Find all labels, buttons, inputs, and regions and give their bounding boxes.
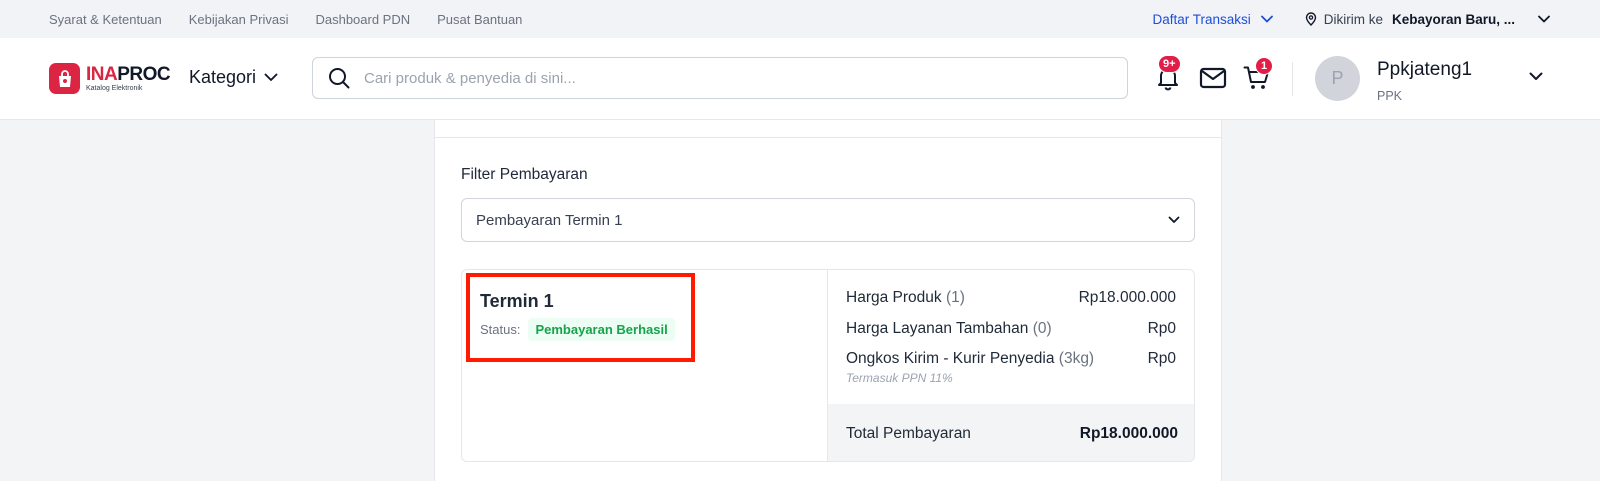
search-bar[interactable] xyxy=(312,57,1128,99)
termin-panel: Termin 1 Status: Pembayaran Berhasil xyxy=(462,270,828,461)
category-label: Kategori xyxy=(189,67,257,87)
line-product-price: Harga Produk (1) Rp18.000.000 xyxy=(846,289,1176,306)
link-dashboard-pdn[interactable]: Dashboard PDN xyxy=(315,12,410,27)
section-divider xyxy=(435,137,1221,138)
transactions-label: Daftar Transaksi xyxy=(1152,11,1251,27)
shopping-bag-icon xyxy=(49,63,80,94)
line-value: Rp18.000.000 xyxy=(1078,289,1176,306)
chevron-down-icon xyxy=(1538,15,1550,23)
user-role: PPK xyxy=(1377,89,1403,103)
payment-filter-select[interactable]: Pembayaran Termin 1 xyxy=(461,198,1195,242)
cart-button[interactable]: 1 xyxy=(1243,57,1273,96)
chevron-down-icon xyxy=(1260,15,1273,23)
top-right-actions: Daftar Transaksi Dikirim ke Kebayoran Ba… xyxy=(1152,0,1600,38)
filter-selected-value: Pembayaran Termin 1 xyxy=(476,211,623,229)
category-dropdown[interactable]: Kategori xyxy=(189,67,278,88)
chevron-down-icon[interactable] xyxy=(1529,72,1543,81)
total-value: Rp18.000.000 xyxy=(1079,424,1178,442)
line-additional-service: Harga Layanan Tambahan (0) Rp0 xyxy=(846,320,1176,337)
avatar[interactable]: P xyxy=(1315,56,1360,101)
mail-icon xyxy=(1199,67,1227,89)
link-privacy[interactable]: Kebijakan Privasi xyxy=(189,12,289,27)
link-terms[interactable]: Syarat & Ketentuan xyxy=(49,12,162,27)
ship-to-value: Kebayoran Baru, ... xyxy=(1392,11,1516,27)
tax-note: Termasuk PPN 11% xyxy=(846,371,953,385)
location-pin-icon xyxy=(1305,12,1316,26)
chevron-down-icon xyxy=(264,73,278,81)
search-input[interactable] xyxy=(364,69,1064,87)
cost-breakdown: Harga Produk (1) Rp18.000.000 Harga Laya… xyxy=(828,270,1194,461)
logo-tagline: Katalog Elektronik xyxy=(86,85,143,92)
search-icon xyxy=(329,68,350,89)
cart-count-badge: 1 xyxy=(1255,57,1273,75)
total-label: Total Pembayaran xyxy=(846,424,971,442)
notification-count-badge: 9+ xyxy=(1158,55,1181,73)
link-help-center[interactable]: Pusat Bantuan xyxy=(437,12,522,27)
ship-to-selector[interactable]: Dikirim ke Kebayoran Baru, ... xyxy=(1305,12,1550,27)
messages-button[interactable] xyxy=(1199,66,1227,95)
header-divider xyxy=(1292,62,1293,96)
main-header: INAPROC Katalog Elektronik Kategori 9+ 1… xyxy=(0,38,1600,120)
inaproc-logo[interactable]: INAPROC Katalog Elektronik xyxy=(49,63,171,94)
line-shipping-cost: Ongkos Kirim - Kurir Penyedia (3kg) Rp0 xyxy=(846,350,1176,367)
line-value: Rp0 xyxy=(1147,320,1176,337)
total-payment-row: Total Pembayaran Rp18.000.000 xyxy=(828,404,1194,461)
filter-label: Filter Pembayaran xyxy=(461,166,588,183)
user-name[interactable]: Ppkjateng1 xyxy=(1377,59,1472,81)
top-utility-bar: Syarat & Ketentuan Kebijakan Privasi Das… xyxy=(0,0,1600,38)
notifications-button[interactable]: 9+ xyxy=(1155,55,1181,96)
highlight-box xyxy=(466,273,695,362)
chevron-down-icon xyxy=(1168,216,1180,223)
ship-to-label: Dikirim ke xyxy=(1323,11,1383,27)
footer-links: Syarat & Ketentuan Kebijakan Privasi Das… xyxy=(49,12,549,27)
logo-wordmark: INAPROC xyxy=(86,64,171,85)
payment-detail-card: Filter Pembayaran Pembayaran Termin 1 Te… xyxy=(434,120,1222,481)
payment-summary-box: Termin 1 Status: Pembayaran Berhasil Har… xyxy=(461,269,1195,462)
line-value: Rp0 xyxy=(1147,350,1176,367)
transactions-dropdown[interactable]: Daftar Transaksi xyxy=(1152,11,1273,27)
